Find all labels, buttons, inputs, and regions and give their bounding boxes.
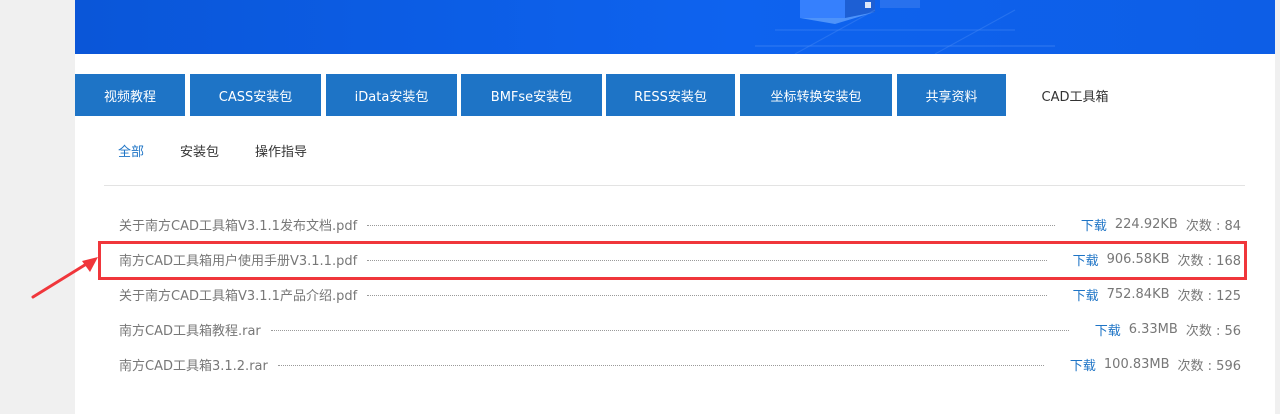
file-name-link[interactable]: 关于南方CAD工具箱V3.1.1发布文档.pdf <box>119 215 367 234</box>
header-banner <box>75 0 1275 54</box>
download-link[interactable]: 下载 <box>1095 320 1121 339</box>
download-link[interactable]: 下载 <box>1081 215 1107 234</box>
content-panel: 视频教程 CASS安装包 iData安装包 BMFse安装包 RESS安装包 坐… <box>75 0 1275 414</box>
file-row: 关于南方CAD工具箱V3.1.1发布文档.pdf 下载 224.92KB 次数 … <box>119 207 1241 242</box>
filter-all[interactable]: 全部 <box>118 143 144 163</box>
file-name-link[interactable]: 南方CAD工具箱3.1.2.rar <box>119 355 278 374</box>
tab-ress-installer[interactable]: RESS安装包 <box>606 74 735 116</box>
tab-shared-resources[interactable]: 共享资料 <box>897 74 1006 116</box>
file-size: 224.92KB <box>1114 217 1178 232</box>
download-link[interactable]: 下载 <box>1073 285 1099 304</box>
download-count: 次数 : 56 <box>1185 324 1241 339</box>
tab-cad-toolbox[interactable]: CAD工具箱 <box>1010 74 1140 116</box>
file-size: 752.84KB <box>1106 287 1170 302</box>
file-name-link[interactable]: 南方CAD工具箱用户使用手册V3.1.1.pdf <box>119 250 367 269</box>
filter-bar: 全部 安装包 操作指导 <box>118 143 343 163</box>
file-row: 关于南方CAD工具箱V3.1.1产品介绍.pdf 下载 752.84KB 次数 … <box>119 277 1241 312</box>
divider <box>104 185 1245 186</box>
filter-guide[interactable]: 操作指导 <box>255 143 307 163</box>
tab-idata-installer[interactable]: iData安装包 <box>326 74 457 116</box>
dotted-leader <box>270 330 1069 331</box>
tab-bmfse-installer[interactable]: BMFse安装包 <box>461 74 602 116</box>
download-count: 次数 : 125 <box>1177 289 1241 304</box>
download-link[interactable]: 下载 <box>1073 250 1099 269</box>
category-tabs: 视频教程 CASS安装包 iData安装包 BMFse安装包 RESS安装包 坐… <box>75 74 1275 117</box>
tab-cass-installer[interactable]: CASS安装包 <box>190 74 321 116</box>
tab-video-tutorial[interactable]: 视频教程 <box>75 74 185 116</box>
download-count: 次数 : 168 <box>1177 254 1241 269</box>
download-count: 次数 : 84 <box>1185 219 1241 234</box>
file-name-link[interactable]: 南方CAD工具箱教程.rar <box>119 320 271 339</box>
dotted-leader <box>367 260 1047 261</box>
download-count: 次数 : 596 <box>1177 359 1241 374</box>
file-size: 906.58KB <box>1106 252 1170 267</box>
dotted-leader <box>367 225 1055 226</box>
file-row: 南方CAD工具箱3.1.2.rar 下载 100.83MB 次数 : 596 <box>119 347 1241 382</box>
filter-installer[interactable]: 安装包 <box>180 143 219 163</box>
banner-illustration <box>755 0 1055 54</box>
dotted-leader <box>367 295 1047 296</box>
tab-coordinate-transform-installer[interactable]: 坐标转换安装包 <box>740 74 892 116</box>
file-row: 南方CAD工具箱教程.rar 下载 6.33MB 次数 : 56 <box>119 312 1241 347</box>
download-link[interactable]: 下载 <box>1070 355 1096 374</box>
file-name-link[interactable]: 关于南方CAD工具箱V3.1.1产品介绍.pdf <box>119 285 367 304</box>
dotted-leader <box>277 365 1044 366</box>
file-size: 6.33MB <box>1128 322 1178 337</box>
file-row: 南方CAD工具箱用户使用手册V3.1.1.pdf 下载 906.58KB 次数 … <box>119 242 1241 277</box>
file-list: 关于南方CAD工具箱V3.1.1发布文档.pdf 下载 224.92KB 次数 … <box>119 207 1241 382</box>
file-size: 100.83MB <box>1103 357 1170 372</box>
